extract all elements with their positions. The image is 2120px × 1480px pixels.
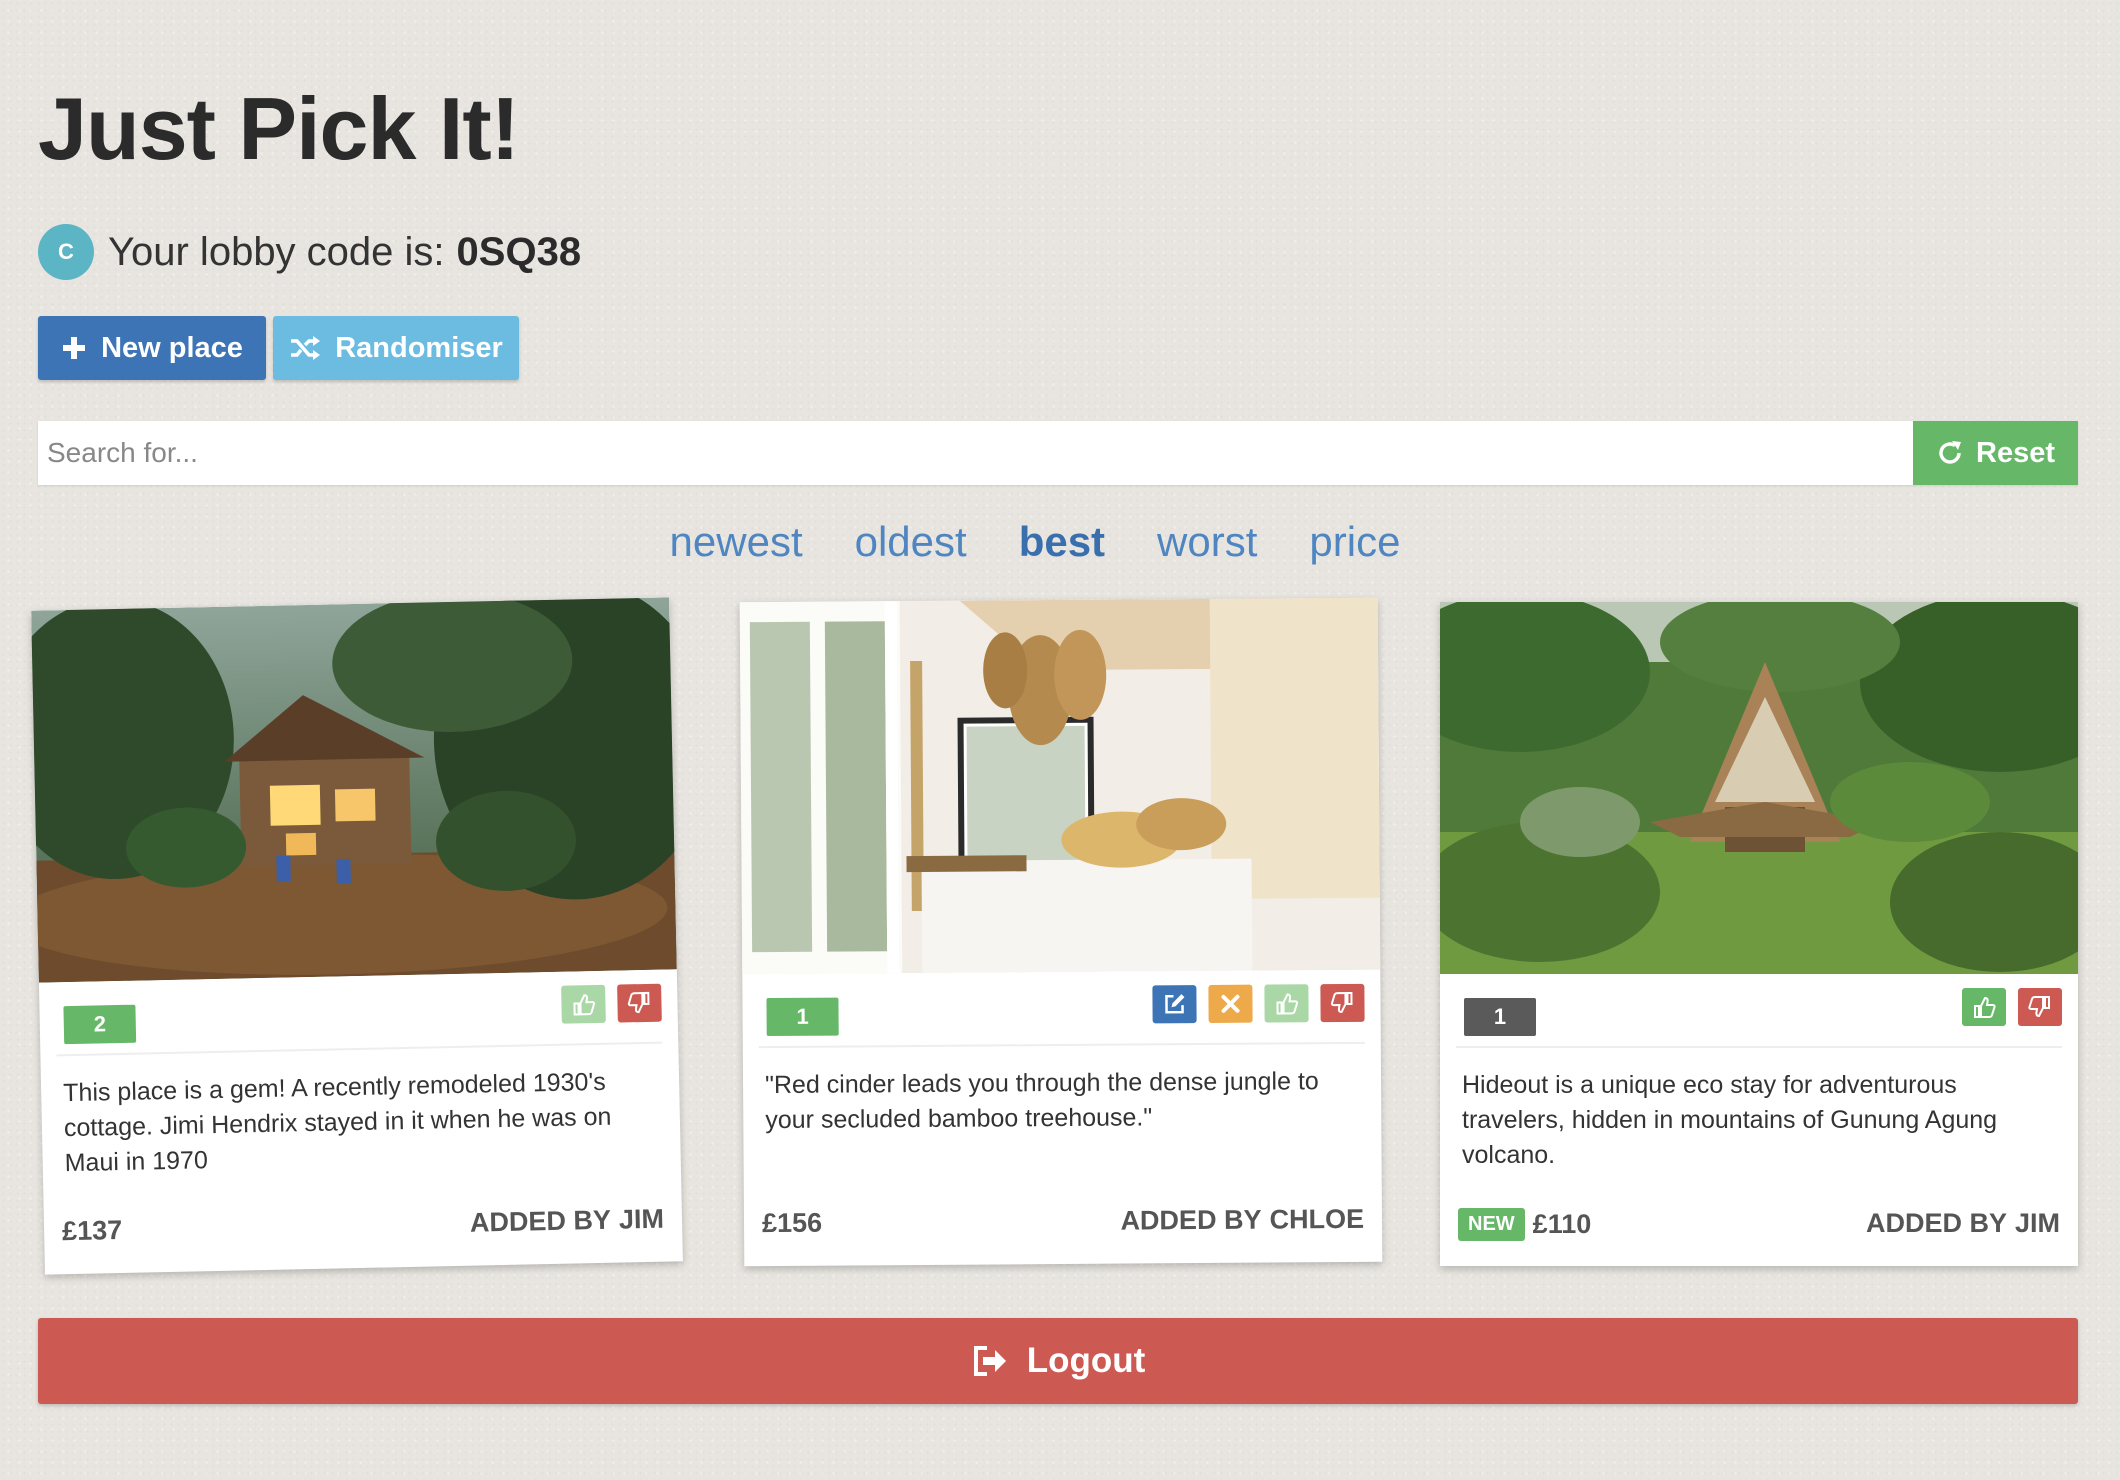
logout-label: Logout bbox=[1026, 1341, 1146, 1380]
thumbs-down-button[interactable] bbox=[2018, 988, 2062, 1026]
added-by: ADDED BY JIM bbox=[1866, 1208, 2060, 1239]
card-header: 1 bbox=[758, 969, 1365, 1049]
edit-icon bbox=[1165, 994, 1185, 1014]
thumbs-up-button[interactable] bbox=[561, 984, 606, 1024]
added-by-prefix: ADDED BY bbox=[1120, 1204, 1262, 1236]
place-description: Hideout is a unique eco stay for adventu… bbox=[1462, 1071, 1998, 1169]
place-photo bbox=[31, 597, 677, 983]
price-wrap: £137 bbox=[62, 1215, 123, 1247]
thumbs-up-icon bbox=[573, 994, 596, 1016]
sort-best[interactable]: best bbox=[1019, 518, 1105, 566]
place-description: This place is a gem! A recently remodele… bbox=[62, 1067, 612, 1178]
shuffle-icon bbox=[291, 336, 321, 360]
thumbs-down-button[interactable] bbox=[1320, 983, 1365, 1023]
new-place-button[interactable]: New place bbox=[38, 316, 266, 380]
reset-label: Reset bbox=[1976, 436, 2055, 469]
new-place-label: New place bbox=[101, 331, 243, 364]
sort-oldest[interactable]: oldest bbox=[855, 518, 967, 566]
thumbs-up-button[interactable] bbox=[1264, 984, 1309, 1023]
card-footer: £137 ADDED BY JIM bbox=[61, 1174, 665, 1275]
place-card: 1 "Red cinder leads you through the dens… bbox=[739, 597, 1383, 1267]
randomiser-button[interactable]: Randomiser bbox=[273, 316, 519, 380]
search-input[interactable] bbox=[38, 421, 1913, 485]
thumbs-down-button[interactable] bbox=[617, 983, 662, 1023]
delete-icon bbox=[1221, 994, 1240, 1013]
card-footer: NEW £110 ADDED BY JIM bbox=[1458, 1178, 2060, 1266]
sort-newest[interactable]: newest bbox=[670, 518, 803, 566]
price: £137 bbox=[61, 1214, 123, 1247]
edit-button[interactable] bbox=[1152, 985, 1197, 1024]
price: £156 bbox=[761, 1207, 823, 1239]
card-actions bbox=[561, 983, 662, 1024]
thumbs-up-button[interactable] bbox=[1962, 988, 2006, 1026]
card-header: 2 bbox=[54, 969, 663, 1057]
place-photo bbox=[739, 597, 1381, 975]
card-footer: £156 ADDED BY CHLOE bbox=[762, 1174, 1365, 1266]
score-badge: 1 bbox=[766, 997, 839, 1037]
refresh-icon bbox=[1939, 441, 1961, 464]
added-by-name: CHLOE bbox=[1269, 1203, 1365, 1235]
lobby-info: C Your lobby code is: 0SQ38 bbox=[38, 224, 581, 280]
sort-options: newest oldest best worst price bbox=[0, 512, 2070, 572]
sort-price[interactable]: price bbox=[1309, 518, 1400, 566]
added-by-prefix: ADDED BY bbox=[469, 1204, 612, 1238]
place-card: 2 This place is a gem! A recently remode… bbox=[31, 597, 683, 1275]
card-actions bbox=[1152, 983, 1365, 1024]
added-by: ADDED BY CHLOE bbox=[1120, 1204, 1364, 1237]
lobby-code: 0SQ38 bbox=[456, 229, 582, 274]
added-by-prefix: ADDED BY bbox=[1865, 1208, 2007, 1238]
place-description: "Red cinder leads you through the dense … bbox=[764, 1067, 1319, 1135]
price-wrap: £156 bbox=[762, 1208, 822, 1239]
new-badge: NEW bbox=[1458, 1208, 1525, 1241]
added-by-name: JIM bbox=[618, 1203, 665, 1235]
card-header: 1 bbox=[1456, 974, 2062, 1048]
randomiser-label: Randomiser bbox=[335, 331, 503, 364]
sort-worst[interactable]: worst bbox=[1157, 518, 1257, 566]
score-badge: 1 bbox=[1464, 998, 1536, 1036]
place-card: 1 Hideout is a unique eco stay for adven… bbox=[1440, 602, 2078, 1266]
score-badge: 2 bbox=[63, 1004, 137, 1045]
thumbs-down-icon bbox=[2028, 996, 2050, 1018]
price: £110 bbox=[1532, 1209, 1592, 1239]
place-photo bbox=[1440, 602, 2078, 974]
thumbs-up-icon bbox=[1974, 996, 1996, 1018]
plus-icon bbox=[63, 337, 86, 359]
added-by: ADDED BY JIM bbox=[470, 1204, 665, 1239]
card-actions bbox=[1962, 988, 2062, 1026]
logout-icon bbox=[973, 1346, 1006, 1376]
lobby-label: Your lobby code is: bbox=[108, 229, 445, 274]
added-by-name: JIM bbox=[2014, 1208, 2060, 1238]
thumbs-down-icon bbox=[1330, 991, 1353, 1014]
search-bar: Reset bbox=[38, 421, 2078, 485]
thumbs-up-icon bbox=[1276, 993, 1299, 1015]
avatar[interactable]: C bbox=[38, 224, 94, 280]
delete-button[interactable] bbox=[1208, 984, 1253, 1023]
page-title: Just Pick It! bbox=[38, 79, 520, 178]
thumbs-down-icon bbox=[627, 991, 650, 1014]
logout-button[interactable]: Logout bbox=[38, 1318, 2078, 1404]
reset-button[interactable]: Reset bbox=[1913, 421, 2078, 485]
price-wrap: NEW £110 bbox=[1458, 1208, 1591, 1241]
